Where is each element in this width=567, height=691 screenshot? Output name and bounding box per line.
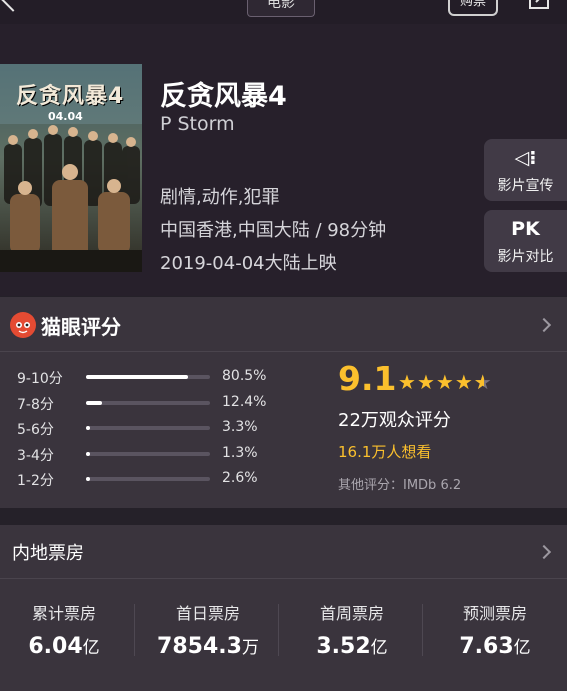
distribution-label: 3-4分 <box>17 447 54 464</box>
box-office-unit: 亿 <box>82 638 100 658</box>
box-office-item: 首周票房 3.52亿 <box>282 600 422 659</box>
star-icon: ★ <box>435 370 455 394</box>
distribution-percent: 80.5% <box>222 368 267 384</box>
divider <box>134 604 135 656</box>
distribution-bar <box>86 451 210 456</box>
promo-button[interactable]: ◁⁝ 影片宣传 <box>484 139 567 201</box>
poster-title-text: 反贪风暴4 <box>16 84 125 109</box>
distribution-bar <box>86 400 210 405</box>
divider <box>0 578 567 579</box>
movie-poster[interactable]: 反贪风暴4 04.04 <box>0 64 142 272</box>
promo-button-label: 影片宣传 <box>497 178 554 194</box>
distribution-label: 5-6分 <box>17 422 54 438</box>
buy-ticket-button[interactable]: 购票 <box>448 0 498 16</box>
star-rating: ★★★★★ ★ <box>398 370 493 394</box>
half-star-icon: ★ ★ <box>473 370 493 394</box>
movie-release-date: 2019-04-04大陆上映 <box>160 253 337 274</box>
distribution-bar <box>86 426 210 430</box>
distribution-percent: 2.6% <box>222 470 258 486</box>
box-office-label: 首日票房 <box>175 604 240 623</box>
box-office-label: 预测票房 <box>462 604 527 623</box>
box-office-title: 内地票房 <box>12 543 84 564</box>
distribution-percent: 1.3% <box>222 444 258 461</box>
rating-section-title: 猫眼评分 <box>41 315 121 339</box>
distribution-bar-fill <box>86 375 188 379</box>
maoyan-cat-icon <box>10 312 36 338</box>
page-title: 电影 <box>247 0 315 17</box>
distribution-bar <box>86 375 210 379</box>
box-office-unit: 亿 <box>370 638 388 658</box>
speaker-icon: ◁⁝ <box>514 147 537 169</box>
distribution-label: 9-10分 <box>17 371 63 387</box>
box-office-value: 6.04 <box>28 634 83 659</box>
movie-genres: 剧情,动作,犯罪 <box>160 187 280 208</box>
distribution-bar-fill <box>86 451 90 456</box>
movie-title: 反贪风暴4 <box>160 81 287 112</box>
box-office-label: 首周票房 <box>319 604 384 623</box>
box-office-item: 累计票房 6.04亿 <box>0 600 134 659</box>
divider <box>422 604 423 656</box>
other-rating: 其他评分：IMDb 6.2 <box>338 478 462 493</box>
share-icon[interactable] <box>528 0 552 14</box>
rating-score: 9.1 <box>338 359 397 398</box>
star-icon: ★ <box>416 370 436 394</box>
distribution-bar <box>86 477 210 481</box>
box-office-value: 3.52 <box>316 634 371 659</box>
poster-date-text: 04.04 <box>48 110 83 123</box>
movie-english-title: P Storm <box>160 113 235 135</box>
box-office-value: 7.63 <box>459 634 514 659</box>
box-office-value: 7854.3 <box>157 634 242 659</box>
pk-icon: PK <box>511 218 540 240</box>
distribution-label: 1-2分 <box>17 473 54 489</box>
audience-count: 22万观众评分 <box>338 410 451 431</box>
box-office-unit: 万 <box>241 638 259 658</box>
box-office-item: 预测票房 7.63亿 <box>425 600 565 659</box>
wish-count: 16.1万人想看 <box>338 443 432 461</box>
compare-button[interactable]: PK 影片对比 <box>484 210 567 272</box>
divider <box>0 351 567 352</box>
divider <box>278 604 279 656</box>
box-office-unit: 亿 <box>513 638 531 658</box>
distribution-bar-fill <box>86 477 90 481</box>
distribution-percent: 3.3% <box>222 419 258 435</box>
distribution-bar-fill <box>86 426 90 430</box>
box-office-item: 首日票房 7854.3万 <box>138 600 278 659</box>
compare-button-label: 影片对比 <box>497 249 554 265</box>
distribution-label: 7-8分 <box>17 396 54 413</box>
star-icon: ★ <box>398 370 417 394</box>
movie-region-duration: 中国香港,中国大陆 / 98分钟 <box>160 220 387 241</box>
distribution-bar-fill <box>86 400 102 405</box>
box-office-label: 累计票房 <box>31 604 96 623</box>
distribution-percent: 12.4% <box>222 393 267 410</box>
star-icon: ★ <box>454 370 474 394</box>
